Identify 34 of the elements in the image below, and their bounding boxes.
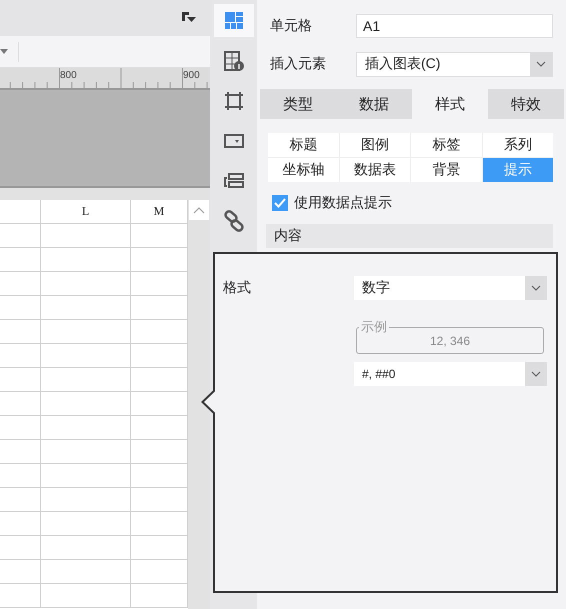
caret-icon[interactable] — [0, 49, 8, 54]
example-value: 12, 346 — [430, 334, 470, 348]
tab[interactable]: 数据 — [336, 89, 412, 119]
chevron-up-icon — [193, 206, 205, 214]
insert-select[interactable]: 插入图表(C) — [356, 52, 553, 76]
field-label: 单元格 — [270, 17, 313, 35]
checkbox[interactable] — [272, 195, 288, 211]
section-header[interactable]: 内容 — [266, 224, 553, 248]
subtab[interactable]: 标签 — [411, 133, 482, 157]
subtab[interactable]: 坐标轴 — [268, 158, 338, 182]
tab[interactable]: 类型 — [260, 89, 336, 119]
grid-layout-icon[interactable] — [214, 4, 254, 37]
caret-icon — [531, 371, 541, 377]
ruler-label: 800 — [60, 70, 77, 81]
cell-field[interactable]: A1 — [356, 14, 553, 38]
section-title: 内容 — [274, 227, 302, 245]
format-select[interactable]: 数字 — [354, 276, 547, 300]
column-header: M — [131, 200, 188, 223]
example-legend: 示例 — [359, 318, 389, 336]
column-header: L — [41, 200, 131, 223]
format-label: 格式 — [223, 279, 252, 297]
pattern-select[interactable]: #, ##0 — [354, 362, 547, 386]
tab[interactable]: 特效 — [488, 89, 564, 119]
checkbox-label: 使用数据点提示 — [294, 194, 392, 212]
ruler-label: 900 — [183, 70, 200, 81]
subtab[interactable]: 背景 — [411, 158, 482, 182]
subtab[interactable]: 标题 — [268, 133, 338, 157]
subtab[interactable]: 数据表 — [340, 158, 410, 182]
shape-dropdown-icon[interactable] — [182, 12, 196, 24]
field-label: 插入元素 — [270, 55, 327, 73]
caret-icon — [531, 285, 541, 291]
caret-icon — [536, 61, 546, 67]
subtab[interactable]: 图例 — [340, 133, 410, 157]
subtab[interactable]: 系列 — [482, 133, 553, 157]
